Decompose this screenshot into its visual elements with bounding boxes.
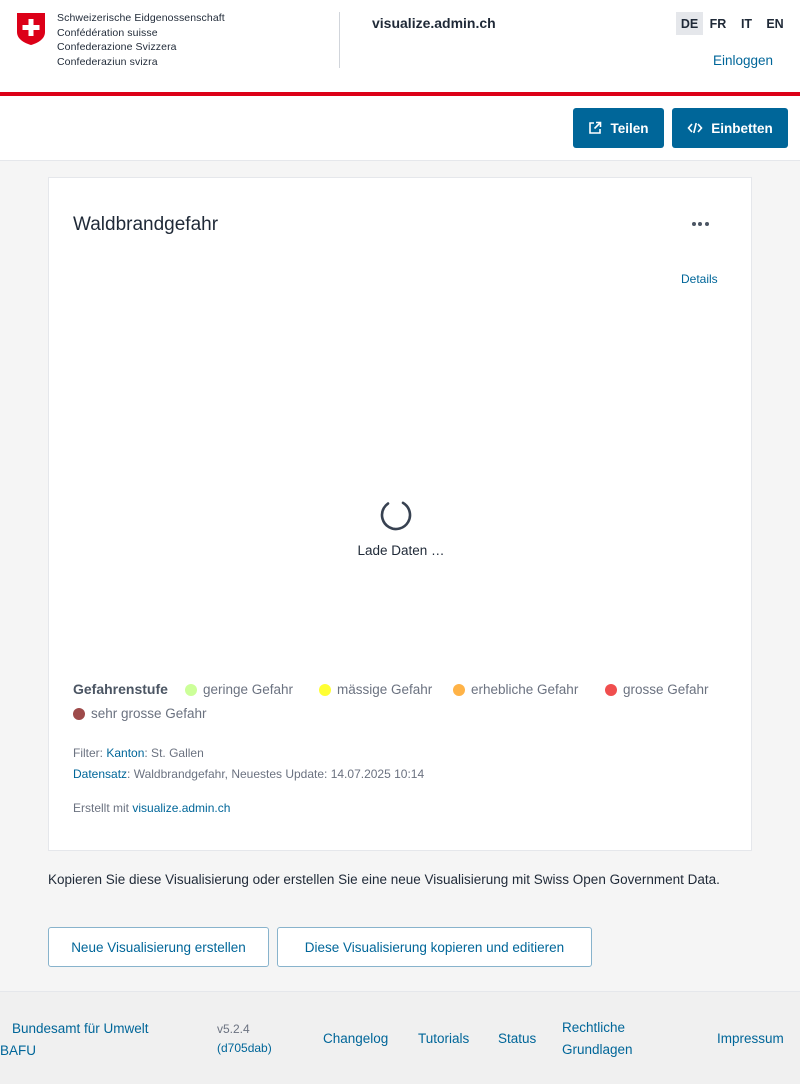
legend-title: Gefahrenstufe (73, 681, 168, 697)
created-with-label: Erstellt mit (73, 801, 130, 815)
legend-item: erhebliche Gefahr (453, 682, 578, 697)
cta-text: Kopieren Sie diese Visualisierung oder e… (48, 872, 720, 887)
language-de[interactable]: DE (676, 12, 703, 35)
legend-label: geringe Gefahr (203, 682, 294, 697)
language-switcher: DE FR IT EN (676, 12, 790, 35)
login-link[interactable]: Einloggen (713, 53, 773, 68)
version-number: v5.2.4 (217, 1022, 250, 1036)
header-divider (339, 12, 340, 68)
legal-line-1: Rechtliche (562, 1020, 626, 1035)
legend-label: sehr grosse Gefahr (91, 706, 207, 721)
confederation-name-it: Confederazione Svizzera (57, 41, 177, 53)
external-link-icon (589, 121, 602, 134)
chart-card: Waldbrandgefahr Details Lade Daten … Gef… (48, 177, 752, 851)
share-button-label: Teilen (610, 120, 649, 136)
filter-value: : St. Gallen (144, 746, 204, 760)
filter-key-link[interactable]: Kanton (106, 746, 144, 760)
legend-label: erhebliche Gefahr (471, 682, 579, 697)
status-link[interactable]: Status (498, 1028, 536, 1050)
created-with: Erstellt mit visualize.admin.ch (73, 801, 230, 815)
language-fr[interactable]: FR (705, 12, 732, 35)
changelog-link[interactable]: Changelog (323, 1028, 388, 1050)
legend-swatch (185, 683, 197, 696)
tutorials-link[interactable]: Tutorials (418, 1028, 469, 1050)
more-options-icon[interactable] (689, 216, 711, 232)
code-icon (687, 122, 703, 134)
loading-text: Lade Daten … (357, 543, 445, 558)
embed-button-label: Einbetten (711, 120, 773, 136)
legend-label: grosse Gefahr (623, 682, 709, 697)
language-en[interactable]: EN (762, 12, 789, 35)
site-footer: Bundesamt für Umwelt BAFU v5.2.4 (d705da… (0, 991, 800, 1084)
confederation-name-de: Schweizerische Eidgenossenschaft (57, 12, 225, 24)
legend-item: geringe Gefahr (185, 682, 293, 697)
share-button[interactable]: Teilen (573, 108, 664, 148)
legal-link[interactable]: Rechtliche Grundlagen (562, 1017, 633, 1061)
legend-swatch (453, 683, 465, 696)
dataset-value: : Waldbrandgefahr, Neuestes Update: 14.0… (127, 767, 425, 781)
legend-swatch (605, 683, 617, 696)
site-header: Schweizerische Eidgenossenschaft Confédé… (0, 0, 800, 92)
swiss-coat-of-arms-icon[interactable] (16, 12, 46, 46)
copy-visualization-button[interactable]: Diese Visualisierung kopieren und editie… (277, 927, 592, 967)
legend-item: grosse Gefahr (605, 682, 709, 697)
created-with-link[interactable]: visualize.admin.ch (132, 801, 230, 815)
footer-version: v5.2.4 (d705dab) (217, 1020, 272, 1058)
filter-label: Filter: (73, 746, 103, 760)
action-toolbar: Teilen Einbetten (0, 96, 800, 161)
legend-item: sehr grosse Gefahr (73, 706, 207, 721)
new-visualization-button[interactable]: Neue Visualisierung erstellen (48, 927, 269, 967)
footer-org-name: Bundesamt für Umwelt (12, 1021, 149, 1036)
legend-item: mässige Gefahr (319, 682, 432, 697)
confederation-names: Schweizerische Eidgenossenschaft Confédé… (57, 11, 225, 69)
confederation-name-fr: Confédération suisse (57, 26, 158, 39)
footer-organization-link[interactable]: Bundesamt für Umwelt BAFU (0, 1018, 149, 1062)
dataset-info: Datensatz: Waldbrandgefahr, Neuestes Upd… (73, 767, 424, 781)
legal-line-2: Grundlagen (562, 1042, 633, 1057)
commit-link[interactable]: (d705dab) (217, 1039, 272, 1058)
imprint-link[interactable]: Impressum (717, 1028, 784, 1050)
legend-label: mässige Gefahr (337, 682, 433, 697)
filter-info: Filter: Kanton: St. Gallen (73, 746, 204, 760)
dataset-link[interactable]: Datensatz (73, 767, 127, 781)
details-link[interactable]: Details (681, 272, 718, 286)
confederation-name-rm: Confederaziun svizra (57, 55, 158, 68)
language-it[interactable]: IT (733, 12, 760, 35)
loading-spinner-icon (380, 499, 412, 531)
embed-button[interactable]: Einbetten (672, 108, 788, 148)
site-title[interactable]: visualize.admin.ch (372, 15, 496, 31)
legend-swatch (73, 707, 85, 720)
legend-swatch (319, 683, 331, 696)
footer-org-abbr: BAFU (0, 1043, 37, 1058)
chart-title: Waldbrandgefahr (73, 214, 219, 235)
